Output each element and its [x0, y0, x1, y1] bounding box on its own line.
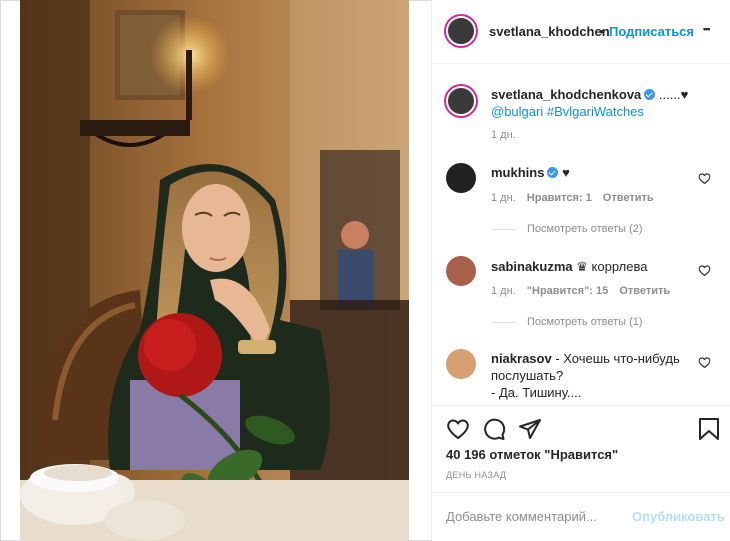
caption-username[interactable]: svetlana_khodchenkova	[491, 87, 641, 102]
replies-divider	[491, 228, 515, 230]
comment-username[interactable]: mukhins	[491, 165, 544, 180]
header-username[interactable]: svetlana_khodchen	[489, 24, 610, 39]
post-time[interactable]: День назад	[446, 470, 506, 480]
comment-body-line3: - Да. Тишину....	[491, 385, 582, 400]
mention-link[interactable]: @bulgari	[491, 104, 543, 119]
replies-divider	[491, 321, 515, 323]
comment-body: ♥	[562, 165, 570, 180]
reply-button[interactable]: Ответить	[619, 285, 670, 297]
author-avatar[interactable]	[446, 16, 476, 46]
comment-like-heart-icon[interactable]	[698, 264, 711, 277]
comment-username[interactable]: sabinakuzma	[491, 259, 573, 274]
comment-time[interactable]: 1 дн.	[491, 285, 516, 297]
comment-text: niakrasov - Хочешь что-нибудь послушать?…	[491, 350, 691, 401]
comment-body-line1: - Хочешь что-нибудь	[555, 351, 680, 366]
header-separator: •	[599, 24, 604, 39]
comment-avatar[interactable]	[446, 256, 476, 286]
comment-like-heart-icon[interactable]	[698, 356, 711, 369]
post-header: svetlana_khodchen • Подписаться •••	[432, 0, 730, 64]
comment-text: mukhins ♥	[491, 164, 570, 181]
share-icon[interactable]	[518, 417, 542, 441]
verified-badge-icon	[644, 89, 656, 100]
comment-username[interactable]: niakrasov	[491, 351, 552, 366]
comment-like-heart-icon[interactable]	[698, 172, 711, 185]
comment-box-divider	[432, 492, 730, 493]
comment-input[interactable]: Добавьте комментарий...	[446, 509, 597, 524]
caption-time[interactable]: 1 дн.	[491, 129, 516, 141]
hashtag-link[interactable]: #BvlgariWatches	[547, 104, 644, 119]
reply-button[interactable]: Ответить	[603, 192, 654, 204]
comment-body-line2: послушать?	[491, 368, 564, 383]
heart-icon[interactable]	[446, 417, 470, 441]
comment-icon[interactable]	[482, 417, 506, 441]
follow-button[interactable]: Подписаться	[609, 24, 694, 39]
caption-avatar[interactable]	[446, 86, 476, 116]
caption-text: svetlana_khodchenkova ......♥ @bulgari #…	[491, 86, 721, 120]
comment-meta: 1 дн. Нравится: 1 Ответить	[491, 192, 654, 204]
view-replies-label: Посмотреть ответы (1)	[527, 316, 643, 328]
actions-divider	[432, 405, 730, 406]
comment-meta: 1 дн. "Нравится": 15 Ответить	[491, 285, 670, 297]
verified-badge-icon	[547, 167, 559, 178]
comment-avatar[interactable]	[446, 349, 476, 379]
publish-button[interactable]: Опубликовать	[632, 509, 725, 524]
likes-count[interactable]: 40 196 отметок "Нравится"	[446, 447, 618, 462]
comment-time[interactable]: 1 дн.	[491, 192, 516, 204]
post-side-panel: svetlana_khodchen • Подписаться ••• svet…	[431, 0, 730, 541]
comment-likes[interactable]: Нравится: 1	[527, 192, 592, 204]
view-replies-button[interactable]: Посмотреть ответы (2)	[491, 223, 643, 235]
view-replies-label: Посмотреть ответы (2)	[527, 223, 643, 235]
post-photo[interactable]	[20, 0, 409, 541]
photo-illustration	[20, 0, 409, 541]
more-options-icon[interactable]: •••	[703, 24, 711, 34]
caption-body: ......♥	[658, 87, 689, 102]
comment-avatar[interactable]	[446, 163, 476, 193]
comment-likes[interactable]: "Нравится": 15	[527, 285, 608, 297]
bookmark-icon[interactable]	[698, 417, 720, 441]
comment-text: sabinakuzma ♛ коррлева	[491, 258, 647, 275]
view-replies-button[interactable]: Посмотреть ответы (1)	[491, 316, 643, 328]
comment-body: ♛ коррлева	[576, 259, 648, 274]
